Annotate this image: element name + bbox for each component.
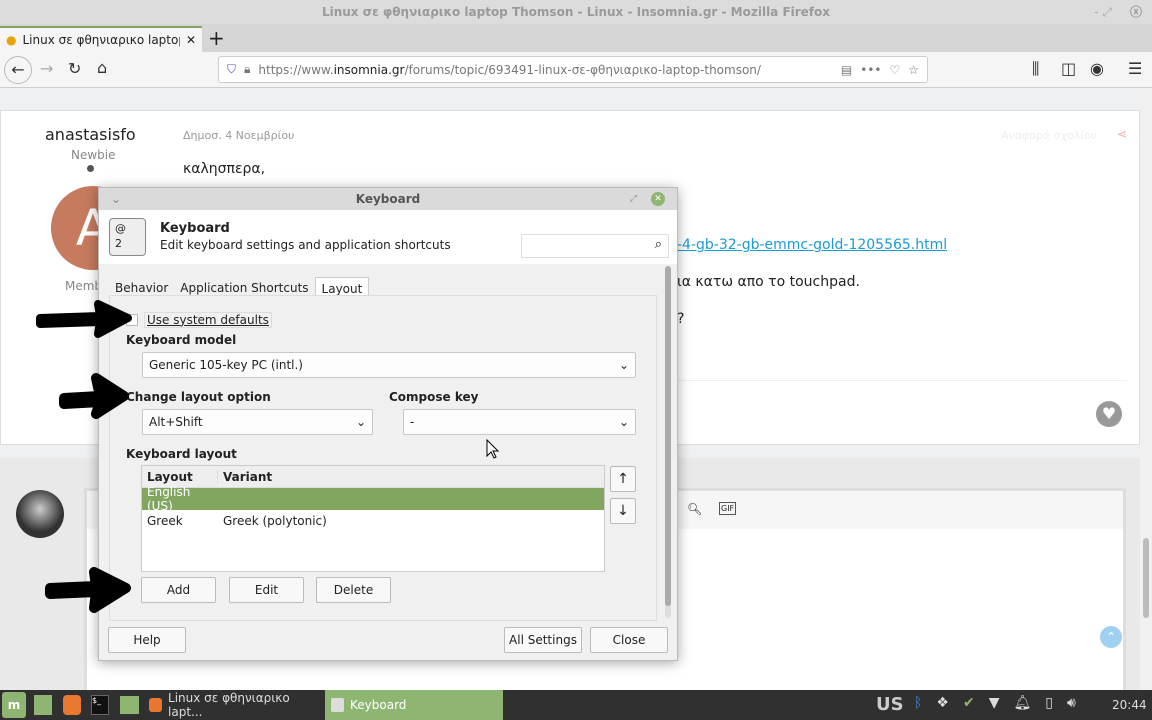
keyboard-language-indicator[interactable]: US bbox=[876, 694, 904, 715]
battery-icon[interactable]: ▯ bbox=[1045, 695, 1053, 711]
dropbox-icon[interactable]: ❖ bbox=[936, 695, 949, 711]
show-desktop-icon[interactable] bbox=[34, 695, 52, 715]
taskbar-firefox-window[interactable]: Linux σε φθηνιαρικο lapt... bbox=[143, 690, 323, 720]
menu-button[interactable]: m bbox=[2, 690, 26, 720]
update-manager-shield-icon[interactable]: ✔ bbox=[963, 695, 975, 711]
keyboard-icon bbox=[331, 698, 344, 712]
network-icon[interactable]: ▼ bbox=[989, 695, 1000, 711]
firefox-icon bbox=[149, 698, 163, 712]
notifications-icon[interactable]: 🔔︎ bbox=[1013, 695, 1031, 711]
files-icon[interactable] bbox=[120, 696, 139, 714]
bluetooth-icon[interactable]: ᛒ bbox=[914, 695, 922, 711]
taskbar-keyboard-window[interactable]: Keyboard bbox=[325, 690, 503, 720]
annotation-arrows bbox=[36, 300, 500, 613]
firefox-launcher-icon[interactable] bbox=[63, 695, 81, 715]
black-arrow-annotation bbox=[36, 300, 132, 338]
mint-logo-icon: m bbox=[2, 692, 26, 718]
clock[interactable]: 20:44 bbox=[1112, 698, 1147, 712]
volume-icon[interactable]: 🔊︎ bbox=[1067, 695, 1076, 711]
mouse-cursor-icon bbox=[486, 438, 500, 459]
black-arrow-annotation bbox=[45, 567, 131, 613]
black-arrow-annotation bbox=[59, 373, 129, 419]
taskbar: m $_ Linux σε φθηνιαρικο lapt... Keyboar… bbox=[0, 690, 1152, 720]
terminal-icon[interactable]: $_ bbox=[91, 695, 109, 715]
